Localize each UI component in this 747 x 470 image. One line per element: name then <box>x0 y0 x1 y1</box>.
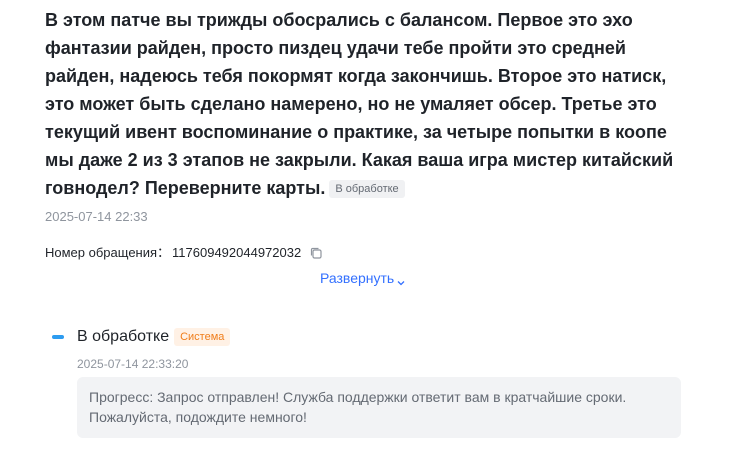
ticket-id-label: Номер обращения： <box>45 245 171 260</box>
ticket-card: В этом патче вы трижды обосрались с бала… <box>45 6 695 262</box>
timeline-status-title: В обработке <box>77 328 170 345</box>
expand-button[interactable]: Развернуть <box>320 268 406 288</box>
copy-icon[interactable] <box>309 246 323 260</box>
feedback-ticket-page: В этом патче вы трижды обосрались с бала… <box>0 0 747 470</box>
ticket-id-value: 117609492044972032 <box>172 245 302 260</box>
ticket-created-time: 2025-07-14 22:33 <box>45 209 148 224</box>
ticket-status-badge: В обработке <box>329 180 405 198</box>
progress-message: Прогресс: Запрос отправлен! Служба подде… <box>77 377 681 438</box>
system-badge: Система <box>174 328 231 346</box>
timeline-status-row: В обработке Система <box>77 326 231 348</box>
ticket-id-row: Номер обращения： 117609492044972032 <box>45 244 695 262</box>
timeline-status-time: 2025-07-14 22:33:20 <box>77 357 189 371</box>
ticket-message: В этом патче вы трижды обосрались с бала… <box>45 6 695 202</box>
status-marker-icon <box>52 335 64 339</box>
chevron-down-icon <box>396 273 406 286</box>
expand-label: Развернуть <box>320 270 395 286</box>
ticket-message-text: В этом патче вы трижды обосрались с бала… <box>45 10 674 198</box>
